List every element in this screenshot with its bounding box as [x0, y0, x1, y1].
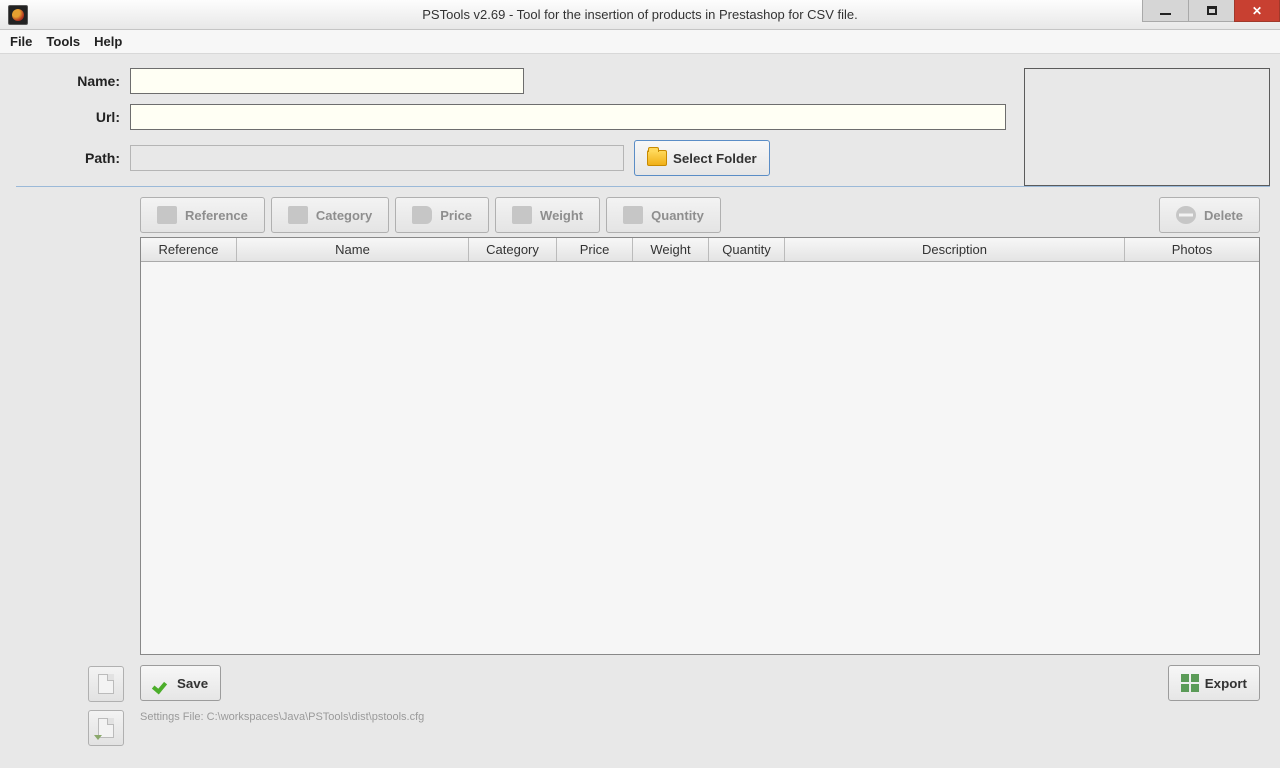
delete-button[interactable]: Delete	[1159, 197, 1260, 233]
category-button[interactable]: Category	[271, 197, 389, 233]
th-category[interactable]: Category	[469, 238, 557, 261]
weight-icon	[512, 206, 532, 224]
path-input	[130, 145, 624, 171]
quantity-icon	[623, 206, 643, 224]
category-icon	[288, 206, 308, 224]
th-description[interactable]: Description	[785, 238, 1125, 261]
export-button[interactable]: Export	[1168, 665, 1260, 701]
th-name[interactable]: Name	[237, 238, 469, 261]
menu-help[interactable]: Help	[94, 34, 122, 49]
maximize-button[interactable]	[1188, 0, 1234, 22]
select-folder-button[interactable]: Select Folder	[634, 140, 770, 176]
bottom-actions: Save Export	[140, 665, 1260, 701]
quantity-button[interactable]: Quantity	[606, 197, 721, 233]
close-icon	[1252, 4, 1262, 18]
app-icon	[8, 5, 28, 25]
maximize-icon	[1207, 6, 1217, 15]
delete-icon	[1176, 206, 1196, 224]
paste-button[interactable]	[88, 710, 124, 746]
copy-icon	[98, 674, 114, 694]
check-icon	[153, 676, 171, 690]
product-table: Reference Name Category Price Weight Qua…	[140, 237, 1260, 655]
menu-tools[interactable]: Tools	[46, 34, 80, 49]
path-label: Path:	[10, 150, 130, 166]
title-bar: PSTools v2.69 - Tool for the insertion o…	[0, 0, 1280, 30]
copy-button[interactable]	[88, 666, 124, 702]
reference-label: Reference	[185, 208, 248, 223]
th-weight[interactable]: Weight	[633, 238, 709, 261]
paste-icon	[98, 718, 114, 738]
side-buttons	[88, 666, 124, 746]
menu-file[interactable]: File	[10, 34, 32, 49]
select-folder-label: Select Folder	[673, 151, 757, 166]
save-button[interactable]: Save	[140, 665, 221, 701]
th-reference[interactable]: Reference	[141, 238, 237, 261]
menu-bar: File Tools Help	[0, 30, 1280, 54]
reference-icon	[157, 206, 177, 224]
export-icon	[1181, 674, 1199, 692]
folder-icon	[647, 150, 667, 166]
url-input[interactable]	[130, 104, 1006, 130]
window-controls	[1142, 0, 1280, 26]
th-photos[interactable]: Photos	[1125, 238, 1259, 261]
delete-label: Delete	[1204, 208, 1243, 223]
name-label: Name:	[10, 73, 130, 89]
minimize-icon	[1160, 13, 1171, 15]
name-input[interactable]	[130, 68, 524, 94]
window-title: PSTools v2.69 - Tool for the insertion o…	[422, 7, 857, 22]
preview-box	[1024, 68, 1270, 186]
price-icon	[412, 206, 432, 224]
th-quantity[interactable]: Quantity	[709, 238, 785, 261]
th-price[interactable]: Price	[557, 238, 633, 261]
price-button[interactable]: Price	[395, 197, 489, 233]
weight-button[interactable]: Weight	[495, 197, 600, 233]
category-label: Category	[316, 208, 372, 223]
price-label: Price	[440, 208, 472, 223]
minimize-button[interactable]	[1142, 0, 1188, 22]
toolbar: Reference Category Price Weight Quantity…	[140, 197, 1260, 233]
url-label: Url:	[10, 109, 130, 125]
toolbar-spacer	[727, 197, 1153, 233]
separator	[16, 186, 1270, 187]
export-label: Export	[1205, 676, 1247, 691]
reference-button[interactable]: Reference	[140, 197, 265, 233]
status-text: Settings File: C:\workspaces\Java\PSTool…	[140, 711, 1270, 723]
quantity-label: Quantity	[651, 208, 704, 223]
weight-label: Weight	[540, 208, 583, 223]
content-area: Name: Url: Path: Select Folder Reference…	[0, 54, 1280, 768]
save-label: Save	[177, 676, 208, 691]
close-button[interactable]	[1234, 0, 1280, 22]
table-header-row: Reference Name Category Price Weight Qua…	[141, 238, 1259, 262]
